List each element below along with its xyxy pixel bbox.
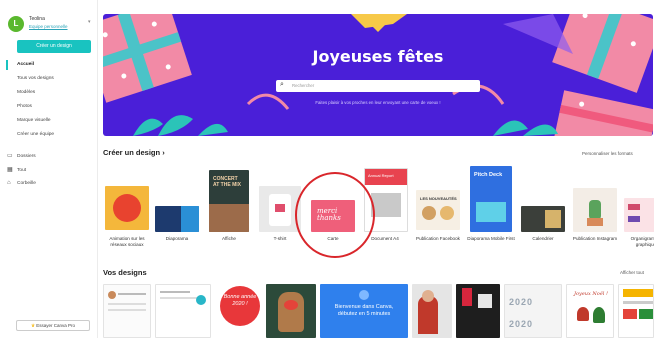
crown-icon: ♛ — [30, 323, 35, 328]
design-thumbnail[interactable] — [412, 284, 452, 338]
design-thumb-text: Bonne année 2020 ! — [223, 294, 257, 307]
poster-text: CONCERT AT THE MIX — [213, 176, 241, 188]
design-thumb-text: Bienvenue dans Canva, débutez en 5 minut… — [334, 304, 394, 317]
sidebar-item-label: Tout — [17, 168, 27, 173]
design-type-card[interactable]: LES NOUVEAUTÉS Publication Facebook — [414, 160, 462, 252]
design-thumbnail[interactable] — [456, 284, 500, 338]
design-thumbnail[interactable]: Bienvenue dans Canva, débutez en 5 minut… — [320, 284, 408, 338]
design-type-card[interactable]: Pitch Deck Diaporama Mobile First — [466, 160, 516, 252]
create-design-heading[interactable]: Créer un design › — [103, 148, 165, 157]
sidebar-item-templates[interactable]: Modèles — [17, 90, 35, 95]
search-input[interactable]: ⌕ Rechercher — [276, 80, 480, 92]
annotation-circle — [295, 172, 375, 258]
design-thumbnail — [624, 198, 654, 232]
search-icon: ⌕ — [280, 81, 284, 88]
design-thumbnail[interactable]: Bonne année 2020 ! — [218, 284, 262, 338]
design-thumbnail — [155, 206, 199, 232]
design-type-label: Organigramme graphique — [630, 236, 654, 247]
design-type-label: Diaporama — [165, 236, 189, 241]
design-thumbnail: CONCERT AT THE MIX — [209, 170, 249, 232]
design-type-label: Publication Instagram — [572, 236, 618, 241]
design-type-label: Animation sur les réseaux sociaux — [109, 236, 145, 247]
design-thumbnail[interactable]: Joyeux Noël ! — [566, 284, 614, 338]
design-thumbnail[interactable] — [618, 284, 654, 338]
design-type-card[interactable]: Publication Instagram — [571, 160, 619, 252]
create-design-title: Créer un design — [103, 148, 161, 157]
chevron-down-icon[interactable]: ▾ — [88, 19, 91, 25]
avatar[interactable]: L — [8, 16, 24, 32]
sidebar-item-all-designs[interactable]: Tous vos designs — [17, 76, 54, 81]
hero-illustration — [103, 14, 653, 136]
design-type-card[interactable]: Animation sur les réseaux sociaux — [103, 160, 151, 252]
sidebar-item-all[interactable]: ▦ Tout — [7, 166, 26, 173]
grid-icon: ▦ — [7, 167, 13, 173]
sidebar-item-create-team[interactable]: Créer une équipe — [17, 132, 54, 137]
trash-icon: ⌂ — [7, 180, 11, 186]
canva-home: L Teolina Equipe personnelle ▾ Créer un … — [0, 0, 654, 338]
hero-hint: Faites plaisir à vos proches en leur env… — [315, 100, 441, 105]
hero-title: Joyeuses fêtes — [312, 47, 444, 66]
design-thumbnail: Pitch Deck — [470, 166, 512, 232]
chevron-right-icon: › — [162, 148, 165, 157]
design-type-label: Publication Facebook — [416, 236, 460, 241]
try-pro-button[interactable]: ♛ Essayer Canva Pro — [16, 320, 90, 331]
custom-size-link[interactable]: Personnaliser les formats — [582, 151, 633, 156]
sidebar-item-label: Corbeille — [17, 181, 36, 186]
sidebar-item-folders[interactable]: ▭ Dossiers — [7, 152, 36, 159]
design-thumbnail[interactable]: 2020 2020 — [504, 284, 562, 338]
try-pro-label: Essayer Canva Pro — [36, 323, 76, 328]
design-thumb-text: 2020 2020 — [509, 297, 534, 329]
doc-thumb-text: Annual Report — [368, 173, 394, 178]
design-type-label: Diaporama Mobile First — [467, 236, 515, 241]
sidebar: L Teolina Equipe personnelle ▾ Créer un … — [0, 0, 98, 338]
profile-name: Teolina — [29, 16, 45, 22]
your-designs-title: Vos designs — [103, 268, 147, 277]
pitch-thumb-text: Pitch Deck — [474, 172, 503, 178]
folder-icon: ▭ — [7, 153, 13, 159]
design-type-card[interactable]: Organigramme graphique — [622, 160, 654, 252]
design-thumbnail — [105, 186, 149, 230]
hero-banner: Joyeuses fêtes ⌕ Rechercher Faites plais… — [103, 14, 653, 136]
profile-team-link[interactable]: Equipe personnelle — [29, 24, 68, 29]
fb-thumb-text: LES NOUVEAUTÉS — [420, 196, 457, 201]
design-type-label: Affiche — [222, 236, 236, 241]
sidebar-item-trash[interactable]: ⌂ Corbeille — [7, 180, 36, 186]
design-type-card[interactable]: Calendrier — [519, 160, 567, 252]
design-type-label: T-shirt — [273, 236, 287, 241]
design-thumbnail[interactable] — [103, 284, 151, 338]
create-design-button[interactable]: Créer un design — [17, 40, 91, 53]
design-thumbnail[interactable] — [155, 284, 211, 338]
design-thumbnail — [573, 188, 617, 232]
design-type-label: Calendrier — [532, 236, 554, 241]
design-type-card[interactable]: CONCERT AT THE MIX Affiche — [205, 160, 253, 252]
profile-menu[interactable]: L Teolina Equipe personnelle ▾ — [8, 14, 96, 36]
sidebar-item-home[interactable]: Accueil — [17, 62, 34, 67]
search-placeholder: Rechercher — [292, 83, 315, 88]
active-indicator — [6, 60, 8, 70]
design-thumbnail[interactable] — [266, 284, 316, 338]
sidebar-item-label: Dossiers — [17, 154, 36, 159]
design-thumbnail — [521, 206, 565, 232]
design-type-card[interactable]: Diaporama — [153, 160, 201, 252]
sidebar-item-photos[interactable]: Photos — [17, 104, 32, 109]
show-all-link[interactable]: Afficher tout — [620, 270, 644, 275]
design-thumbnail: LES NOUVEAUTÉS — [416, 190, 460, 230]
sidebar-item-brand[interactable]: Marque visuelle — [17, 118, 51, 123]
design-thumb-text: Joyeux Noël ! — [574, 291, 608, 297]
